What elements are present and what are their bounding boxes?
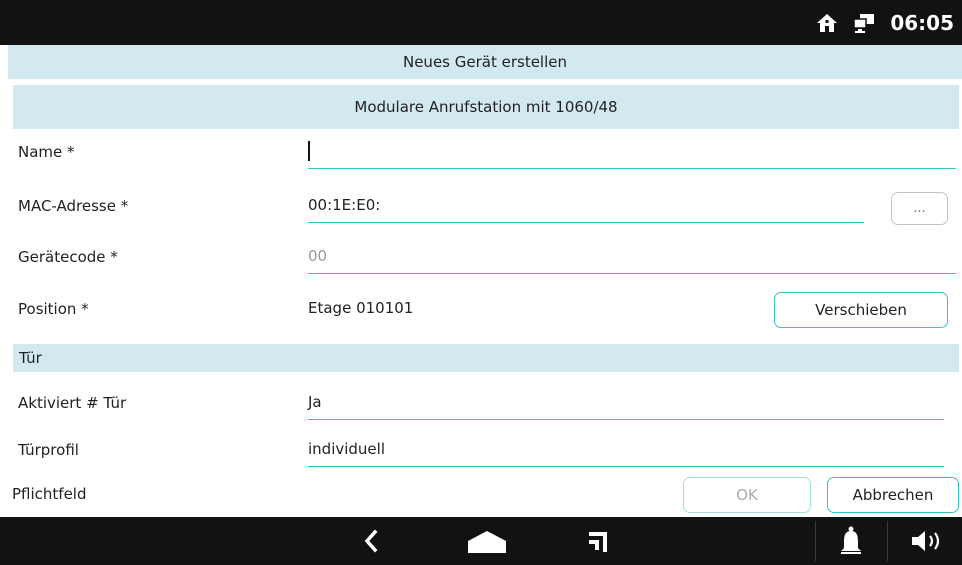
required-field-note: Pflichtfeld	[12, 485, 87, 503]
activated-door-value: Ja	[308, 393, 322, 411]
door-section-label: Tür	[19, 349, 42, 367]
mac-value: 00:1E:E0:	[308, 196, 381, 214]
device-type-subtitle: Modulare Anrufstation mit 1060/48	[13, 85, 959, 129]
network-icon	[852, 13, 876, 33]
status-bar: 06:05	[0, 0, 962, 45]
move-button[interactable]: Verschieben	[774, 292, 948, 328]
clock: 06:05	[890, 10, 954, 35]
text-cursor	[308, 141, 310, 161]
mac-label: MAC-Adresse *	[18, 197, 129, 215]
activated-door-label: Aktiviert # Tür	[18, 394, 127, 412]
navigation-bar	[0, 517, 962, 565]
mac-browse-button[interactable]: ...	[891, 192, 948, 225]
door-profile-select[interactable]: individuell	[308, 431, 944, 471]
activated-door-select[interactable]: Ja	[308, 384, 944, 424]
door-profile-value: individuell	[308, 440, 385, 458]
ok-button[interactable]: OK	[683, 477, 811, 513]
name-row: Name *	[8, 133, 962, 173]
mac-row: MAC-Adresse * 00:1E:E0: ...	[8, 187, 962, 227]
recent-apps-icon[interactable]	[580, 525, 616, 557]
device-code-label: Gerätecode *	[18, 248, 118, 266]
activated-door-underline	[308, 419, 944, 420]
device-code-row: Gerätecode * 00	[8, 238, 962, 278]
mac-input[interactable]: 00:1E:E0:	[308, 187, 864, 227]
volume-icon[interactable]	[905, 525, 951, 557]
device-code-underline	[308, 273, 956, 274]
page-title: Neues Gerät erstellen	[8, 45, 962, 79]
door-profile-label: Türprofil	[18, 441, 79, 459]
name-underline	[308, 168, 956, 169]
create-device-page: Neues Gerät erstellen Modulare Anrufstat…	[8, 45, 962, 517]
device-code-input[interactable]: 00	[308, 238, 956, 278]
door-profile-underline	[308, 466, 944, 467]
home-icon	[816, 13, 838, 33]
mac-underline	[308, 222, 864, 223]
bell-icon[interactable]	[834, 525, 868, 557]
door-profile-row: Türprofil individuell	[8, 431, 962, 471]
home-icon[interactable]	[462, 525, 512, 557]
activated-door-row: Aktiviert # Tür Ja	[8, 384, 962, 424]
nav-divider	[815, 521, 816, 561]
position-value: Etage 010101	[308, 299, 414, 317]
device-code-placeholder: 00	[308, 247, 328, 265]
status-icons: 06:05	[816, 0, 954, 45]
cancel-button[interactable]: Abbrechen	[827, 477, 959, 513]
name-input[interactable]	[308, 133, 956, 173]
position-row: Position * Etage 010101 Verschieben	[8, 290, 962, 330]
name-label: Name *	[18, 143, 75, 161]
nav-divider	[887, 521, 888, 561]
position-value-field: Etage 010101	[308, 290, 608, 330]
back-icon[interactable]	[355, 525, 387, 557]
door-section-header: Tür	[13, 344, 959, 372]
position-label: Position *	[18, 300, 89, 318]
